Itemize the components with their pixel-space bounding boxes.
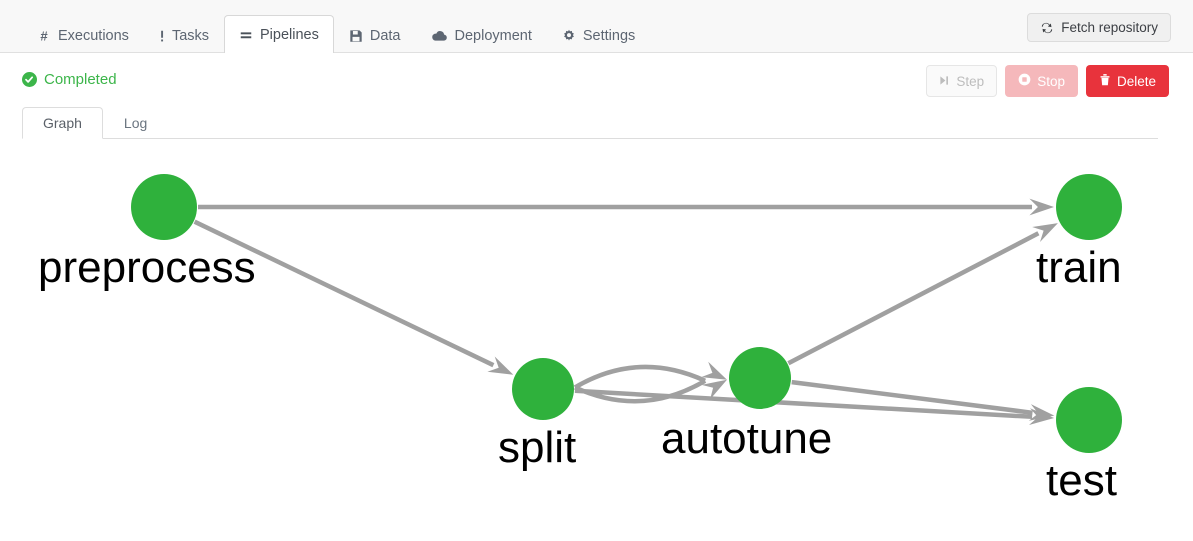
delete-button[interactable]: Delete <box>1085 65 1169 97</box>
graph-node-split[interactable]: split <box>498 358 576 472</box>
graph-node-train[interactable]: train <box>1036 174 1122 292</box>
edge-line <box>787 231 1040 366</box>
node-label-train: train <box>1036 243 1122 292</box>
pipeline-graph-svg: preprocess train split autotune test <box>38 174 1122 505</box>
nav-tab-settings[interactable]: Settings <box>547 17 650 53</box>
nav-tab-label: Pipelines <box>260 26 319 43</box>
node-label-autotune: autotune <box>661 414 832 463</box>
exclamation-icon <box>159 29 165 43</box>
nav-tab-label: Deployment <box>454 27 532 44</box>
svg-text:#: # <box>40 29 48 43</box>
graph-edge-preprocess-to-train <box>198 198 1054 216</box>
fetch-repository-button[interactable]: Fetch repository <box>1027 13 1171 42</box>
nav-tab-list: # Executions Tasks Pipelines Data Deploy… <box>22 0 650 53</box>
edge-line <box>573 364 707 390</box>
cloud-icon <box>431 29 448 43</box>
pipeline-graph-canvas[interactable]: preprocess train split autotune test <box>0 139 1193 519</box>
tab-log-label: Log <box>123 115 148 131</box>
top-navigation-bar: # Executions Tasks Pipelines Data Deploy… <box>0 0 1193 53</box>
tab-graph-label: Graph <box>43 115 82 131</box>
nav-tab-label: Settings <box>582 27 636 44</box>
check-circle-icon <box>22 72 37 87</box>
node-label-split: split <box>498 423 576 472</box>
refresh-icon <box>1040 21 1054 35</box>
fetch-repository-label: Fetch repository <box>1061 20 1158 35</box>
stop-label: Stop <box>1037 73 1065 89</box>
nav-tab-tasks[interactable]: Tasks <box>144 17 224 53</box>
status-badge: Completed <box>22 71 117 88</box>
node-circle-test[interactable] <box>1056 387 1122 453</box>
nav-tab-label: Executions <box>58 27 129 44</box>
nav-tab-pipelines[interactable]: Pipelines <box>224 15 334 53</box>
stop-button[interactable]: Stop <box>1005 65 1078 97</box>
edge-arrowhead <box>701 361 727 380</box>
nav-tab-label: Tasks <box>171 27 210 44</box>
nav-tab-executions[interactable]: # Executions <box>22 17 144 53</box>
nav-tab-deployment[interactable]: Deployment <box>416 17 547 53</box>
stop-circle-icon <box>1018 73 1031 89</box>
node-circle-split[interactable] <box>512 358 574 420</box>
node-label-preprocess: preprocess <box>38 243 256 292</box>
edge-layer <box>193 198 1058 425</box>
nav-tab-data[interactable]: Data <box>334 17 416 53</box>
equals-icon <box>239 28 253 42</box>
step-button[interactable]: Step <box>926 65 998 97</box>
status-row: Completed Step Stop Delete <box>0 53 1193 106</box>
step-label: Step <box>956 73 985 89</box>
step-forward-icon <box>939 74 950 89</box>
node-circle-preprocess[interactable] <box>131 174 197 240</box>
hash-icon: # <box>37 29 51 43</box>
delete-label: Delete <box>1116 73 1156 89</box>
node-label-test: test <box>1046 456 1117 505</box>
trash-icon <box>1099 73 1111 89</box>
graph-node-test[interactable]: test <box>1046 387 1122 505</box>
graph-edge-autotune-to-train <box>787 223 1058 366</box>
tab-graph[interactable]: Graph <box>22 107 103 139</box>
floppy-disk-icon <box>349 29 363 43</box>
nav-tab-label: Data <box>369 27 401 44</box>
action-button-group: Step Stop Delete <box>926 65 1169 97</box>
tab-log[interactable]: Log <box>103 107 168 139</box>
node-circle-train[interactable] <box>1056 174 1122 240</box>
sub-tab-bar: Graph Log <box>22 106 1158 139</box>
edge-arrowhead <box>1029 198 1054 216</box>
node-circle-autotune[interactable] <box>729 347 791 409</box>
gear-icon <box>562 29 576 43</box>
status-label: Completed <box>44 71 117 88</box>
